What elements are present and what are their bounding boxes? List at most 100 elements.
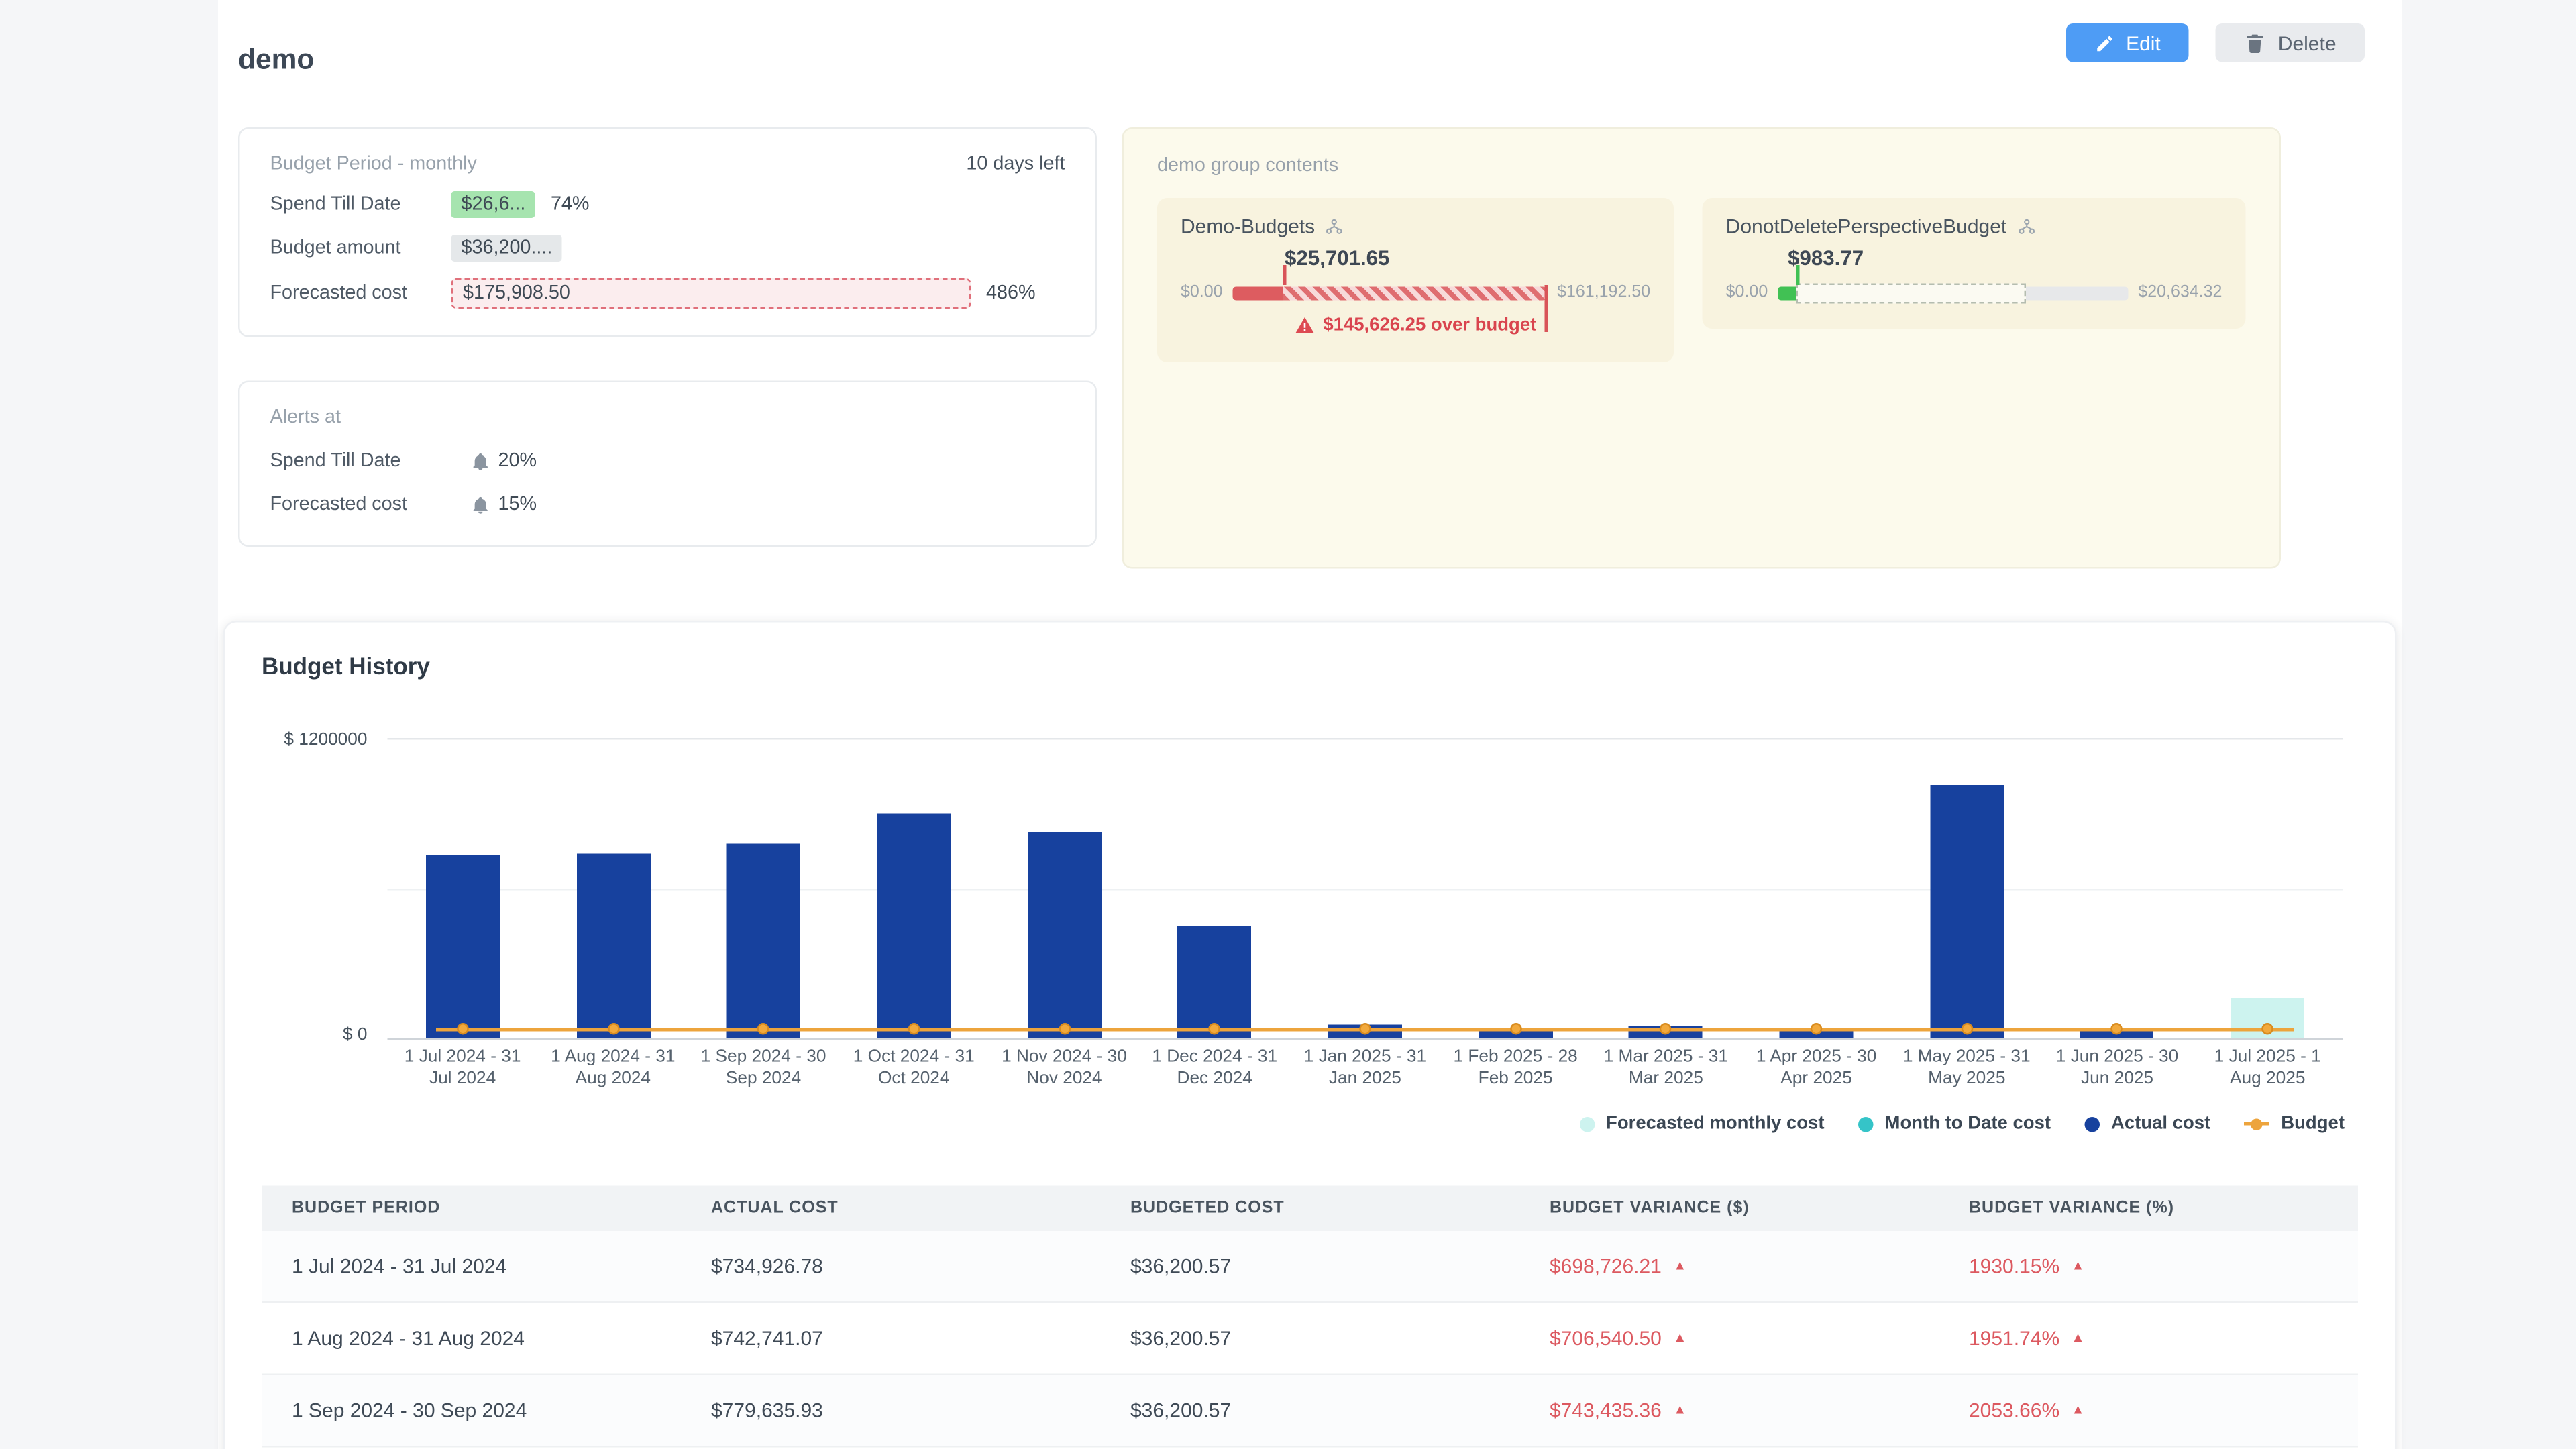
actual-cost-bar[interactable] xyxy=(877,813,951,1038)
chart-legend: Forecasted monthly cost Month to Date cos… xyxy=(262,1112,2358,1136)
actual-cost-cell: $779,635.93 xyxy=(681,1399,1100,1422)
over-budget-warning: $145,626.25 over budget xyxy=(1323,315,1536,335)
y-axis-max-label: $ 1200000 xyxy=(262,730,368,750)
table-row: 1 Sep 2024 - 30 Sep 2024$779,635.93$36,2… xyxy=(262,1375,2358,1448)
variance-pct-cell: 2053.66%▲ xyxy=(1939,1399,2358,1422)
budget-history-card: Budget History $ 1200000 $ 0 1 Jul 2024 … xyxy=(223,621,2397,1449)
legend-item[interactable]: Budget xyxy=(2244,1114,2345,1134)
budget-period-header: Budget Period - monthly xyxy=(270,154,477,174)
legend-item[interactable]: Forecasted monthly cost xyxy=(1579,1114,1825,1134)
alert-row: Spend Till Date 20% xyxy=(270,451,1065,472)
trash-icon xyxy=(2245,32,2267,54)
chart-slot xyxy=(1290,740,1440,1038)
demo-budgets-marker xyxy=(1283,264,1287,284)
alerts-header: Alerts at xyxy=(270,408,1065,428)
column-header[interactable]: BUDGETED COST xyxy=(1100,1199,1519,1218)
chart-x-label: 1 May 2025 - 31May 2025 xyxy=(1892,1046,2042,1090)
edit-button-label: Edit xyxy=(2126,31,2161,54)
chart-x-label: 1 Dec 2024 - 31Dec 2024 xyxy=(1140,1046,1290,1090)
actual-cost-bar[interactable] xyxy=(426,855,500,1038)
budget-point xyxy=(908,1023,920,1035)
demo-budgets-overrun xyxy=(1283,286,1548,299)
budget-tile-perspective[interactable]: DonotDeletePerspectiveBudget $983.77 $0.… xyxy=(1703,198,2246,329)
spend-till-date-pct: 74% xyxy=(551,195,590,215)
actual-cost-bar[interactable] xyxy=(727,844,800,1038)
forecasted-cost-pct: 486% xyxy=(986,284,1036,304)
chart-x-label: 1 Mar 2025 - 31Mar 2025 xyxy=(1591,1046,1741,1090)
actual-cost-bar[interactable] xyxy=(576,853,650,1038)
period-cell: 1 Jul 2024 - 31 Jul 2024 xyxy=(262,1254,681,1278)
actual-cost-bar[interactable] xyxy=(1027,832,1101,1038)
chart-x-label: 1 Nov 2024 - 30Nov 2024 xyxy=(989,1046,1139,1090)
budget-tile-demo-budgets[interactable]: Demo-Budgets $25,701.65 $0.00 xyxy=(1157,198,1674,362)
legend-marker xyxy=(1579,1116,1595,1132)
legend-label: Actual cost xyxy=(2111,1114,2210,1134)
edit-button[interactable]: Edit xyxy=(2065,23,2189,62)
chart-slot xyxy=(2042,740,2192,1038)
chart-slot xyxy=(688,740,839,1038)
delete-button-label: Delete xyxy=(2278,31,2337,54)
budget-name: DonotDeletePerspectiveBudget xyxy=(1726,215,2007,238)
chart-slot xyxy=(1892,740,2042,1038)
chart-plot xyxy=(388,738,2343,1040)
budget-amount-row: Budget amount $36,200.... xyxy=(270,235,1065,262)
chart-x-label: 1 Jul 2025 - 1Aug 2025 xyxy=(2192,1046,2343,1090)
legend-item[interactable]: Month to Date cost xyxy=(1858,1114,2051,1134)
column-header[interactable]: BUDGET VARIANCE (%) xyxy=(1939,1199,2358,1218)
actual-cost-bar[interactable] xyxy=(1930,784,2004,1038)
legend-marker xyxy=(2084,1116,2100,1132)
legend-marker xyxy=(2244,1122,2269,1126)
forecasted-cost-row: Forecasted cost $175,908.50 486% xyxy=(270,278,1065,309)
chart-slot xyxy=(538,740,688,1038)
actual-cost-cell: $742,741.07 xyxy=(681,1327,1100,1350)
up-triangle-icon: ▲ xyxy=(1673,1402,1686,1417)
variance-cell: $706,540.50▲ xyxy=(1519,1327,1939,1350)
page-title: demo xyxy=(238,44,314,77)
budget-point xyxy=(457,1023,469,1035)
column-header[interactable]: ACTUAL COST xyxy=(681,1199,1100,1218)
budgeted-cost-cell: $36,200.57 xyxy=(1100,1254,1519,1278)
delete-button[interactable]: Delete xyxy=(2216,23,2365,62)
table-row: 1 Aug 2024 - 31 Aug 2024$742,741.07$36,2… xyxy=(262,1303,2358,1376)
perspective-forecast xyxy=(1795,282,2027,303)
chart-slot xyxy=(1140,740,1290,1038)
page: demo Edit Delete xyxy=(0,0,2576,1449)
budget-progress-bar xyxy=(1233,286,1548,299)
up-triangle-icon: ▲ xyxy=(2072,1402,2085,1417)
legend-label: Budget xyxy=(2281,1114,2345,1134)
legend-item[interactable]: Actual cost xyxy=(2084,1114,2210,1134)
spend-till-date-label: Spend Till Date xyxy=(270,195,451,215)
alert-row: Forecasted cost 15% xyxy=(270,495,1065,515)
header-actions: Edit Delete xyxy=(2065,23,2365,62)
variance-cell: $743,435.36▲ xyxy=(1519,1399,1939,1422)
budget-history-title: Budget History xyxy=(262,653,2358,680)
chart-slot xyxy=(1440,740,1591,1038)
group-contents-header: demo group contents xyxy=(1157,156,2246,176)
up-triangle-icon: ▲ xyxy=(1673,1258,1686,1273)
budget-point xyxy=(757,1023,769,1035)
chart-slot xyxy=(989,740,1139,1038)
legend-label: Month to Date cost xyxy=(1885,1114,2051,1134)
demo-budgets-fill xyxy=(1233,286,1283,299)
column-header[interactable]: BUDGET VARIANCE ($) xyxy=(1519,1199,1939,1218)
budget-range-min: $0.00 xyxy=(1726,284,1768,303)
alert-spend-label: Spend Till Date xyxy=(270,451,472,472)
budget-current-value: $25,701.65 xyxy=(1285,247,1650,270)
alert-spend-value: 20% xyxy=(498,451,537,472)
column-header[interactable]: BUDGET PERIOD xyxy=(262,1199,681,1218)
budget-range-min: $0.00 xyxy=(1181,284,1223,303)
actual-cost-bar[interactable] xyxy=(1178,926,1252,1038)
legend-label: Forecasted monthly cost xyxy=(1606,1114,1825,1134)
budget-name: Demo-Budgets xyxy=(1181,215,1315,238)
perspective-marker xyxy=(1795,264,1799,284)
budget-point xyxy=(1660,1023,1672,1035)
budget-history-table: BUDGET PERIODACTUAL COSTBUDGETED COSTBUD… xyxy=(262,1186,2358,1448)
budget-amount-label: Budget amount xyxy=(270,238,451,258)
alerts-card: Alerts at Spend Till Date 20% Forecasted… xyxy=(238,381,1097,547)
budget-progress-bar xyxy=(1778,286,2128,299)
budget-range-max: $20,634.32 xyxy=(2138,284,2222,303)
budget-range-max: $161,192.50 xyxy=(1557,284,1650,303)
budget-period-card: Budget Period - monthly 10 days left Spe… xyxy=(238,127,1097,337)
budget-point xyxy=(607,1023,619,1035)
pencil-icon xyxy=(2094,33,2114,53)
